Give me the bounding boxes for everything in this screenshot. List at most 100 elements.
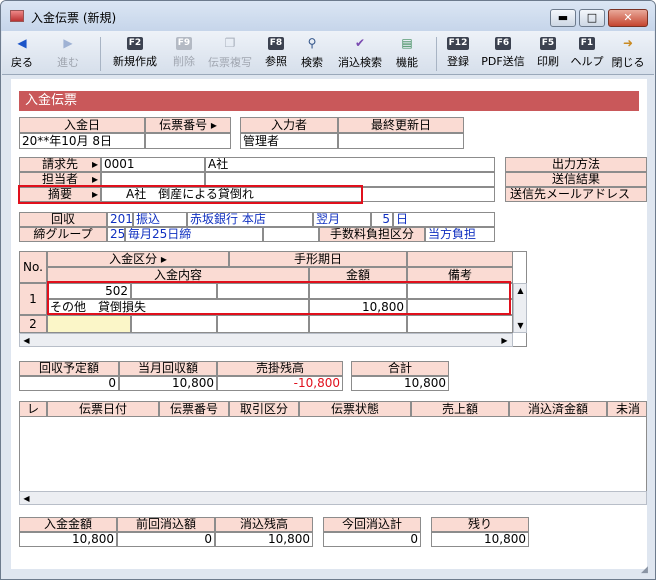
reference-label: 参照 [265, 55, 287, 68]
window-title: 入金伝票 (新規) [31, 11, 117, 25]
slip-number-label-text: 伝票番号 [159, 118, 208, 132]
detail-no-header: No. [19, 251, 47, 283]
closing-group-value: 毎月25日締 [125, 227, 263, 242]
copy-slip-button[interactable]: ❐ 伝票複写 [204, 35, 256, 73]
match-balance-value: 10,800 [215, 532, 313, 547]
closing-group-blank [263, 227, 319, 242]
prev-matched-label: 前回消込額 [117, 517, 215, 532]
f1-key: F1 [578, 37, 596, 50]
list-header-date: 伝票日付 [47, 401, 159, 417]
match-search-button[interactable]: ✔ 消込検索 [332, 35, 388, 73]
scroll-left-icon[interactable]: ◀ [20, 334, 33, 347]
toolbar-separator [100, 37, 101, 71]
register-label: 登録 [447, 55, 469, 68]
function-button[interactable]: ▤ 機能 [391, 35, 423, 73]
list-header-unmatched: 未消 [607, 401, 647, 417]
closing-group-label: 締グループ [19, 227, 107, 242]
bill-date-header: 手形期日 [229, 251, 407, 267]
match-balance-label: 消込残高 [215, 517, 313, 532]
print-button[interactable]: F5 印刷 [532, 35, 564, 73]
collection-label: 回収 [19, 212, 107, 227]
collection-code[interactable]: 201 [107, 212, 133, 227]
date-field[interactable]: 20**年10月 8日 [19, 133, 145, 149]
billing-code[interactable]: 0001 [101, 157, 205, 172]
forward-arrow-icon: ▶ [63, 36, 73, 50]
copy-label: 伝票複写 [208, 56, 252, 69]
help-label: ヘルプ [570, 55, 604, 68]
close-window-button[interactable]: ✕ [608, 9, 648, 27]
remaining-label: 残り [431, 517, 529, 532]
close-label: 閉じる [611, 56, 645, 69]
deposit-type-header[interactable]: 入金区分 ▸ [47, 251, 229, 267]
app-icon [10, 10, 24, 22]
billing-label[interactable]: 請求先 ▸ [19, 157, 101, 172]
copy-icon: ❐ [224, 36, 236, 50]
list-horizontal-scrollbar[interactable]: ◀ [19, 491, 647, 505]
section-title: 入金伝票 [19, 91, 639, 111]
search-icon: ⚲ [307, 36, 317, 50]
row-number: 2 [19, 315, 47, 333]
resize-grip-icon[interactable]: ◢ [641, 565, 653, 577]
back-button[interactable]: ◀ 戻る [6, 35, 38, 73]
function-icon: ▤ [401, 36, 413, 50]
reference-button[interactable]: F8 参照 [260, 35, 292, 73]
entry-user-label: 入力者 [240, 117, 338, 133]
row-code[interactable] [47, 315, 131, 333]
collection-day-number: 5 [371, 212, 393, 227]
collection-bank: 赤坂銀行 本店 [187, 212, 313, 227]
updated-label: 最終更新日 [338, 117, 464, 133]
row-cell [131, 315, 217, 333]
scroll-left-icon[interactable]: ◀ [20, 492, 33, 505]
detail-horizontal-scrollbar[interactable]: ◀ ▶ [19, 333, 513, 347]
month-collection-value: 10,800 [119, 376, 217, 391]
send-email-label: 送信先メールアドレス [505, 187, 647, 202]
remaining-value: 10,800 [431, 532, 529, 547]
print-label: 印刷 [537, 55, 559, 68]
current-matched-label: 今回消込計 [323, 517, 421, 532]
list-header-sales: 売上額 [411, 401, 509, 417]
planned-collection-value: 0 [19, 376, 119, 391]
billing-name: A社 [205, 157, 495, 172]
list-header-matched: 消込済金額 [509, 401, 607, 417]
ar-balance-label: 売掛残高 [217, 361, 343, 376]
help-button[interactable]: F1 ヘルプ [569, 35, 605, 73]
delete-button[interactable]: F9 削除 [166, 35, 202, 73]
deposit-amount-value: 10,800 [19, 532, 117, 547]
slip-number-field[interactable] [145, 133, 231, 149]
slip-number-label[interactable]: 伝票番号 ▸ [145, 117, 231, 133]
list-header-check: レ [19, 401, 47, 417]
register-button[interactable]: F12 登録 [442, 35, 474, 73]
closing-group-code[interactable]: 25 [107, 227, 125, 242]
ar-balance-value: -10,800 [217, 376, 343, 391]
planned-collection-label: 回収予定額 [19, 361, 119, 376]
arrow-right-icon: ▸ [91, 157, 98, 171]
minimize-button[interactable]: ▬ [550, 9, 576, 27]
detail-row-highlight [47, 281, 511, 315]
back-label: 戻る [11, 56, 33, 69]
close-button[interactable]: ➜ 閉じる [609, 35, 647, 73]
summary-highlight [18, 185, 363, 204]
scroll-up-icon[interactable]: ▲ [514, 284, 527, 297]
output-method-label: 出力方法 [505, 157, 647, 172]
new-button[interactable]: F2 新規作成 [108, 35, 162, 73]
row-cell [407, 315, 513, 333]
window: 入金伝票 (新規) ▬ □ ✕ ◀ 戻る ▶ 進む F2 新規作成 F9 削除 … [0, 0, 656, 580]
detail-vertical-scrollbar[interactable]: ▲ ▼ [513, 283, 527, 333]
title-bar: 入金伝票 (新規) ▬ □ ✕ [1, 1, 655, 31]
form-area: 入金伝票 入金日 伝票番号 ▸ 20**年10月 8日 入力者 最終更新日 管理… [11, 79, 647, 569]
maximize-button[interactable]: □ [579, 9, 605, 27]
scroll-right-icon[interactable]: ▶ [498, 334, 511, 347]
search-button[interactable]: ⚲ 検索 [296, 35, 328, 73]
list-header-slip: 伝票番号 [159, 401, 229, 417]
scroll-down-icon[interactable]: ▼ [514, 319, 527, 332]
fee-value[interactable]: 当方負担 [425, 227, 495, 242]
f8-key: F8 [267, 37, 285, 50]
collection-month: 翌月 [313, 212, 371, 227]
date-label: 入金日 [19, 117, 145, 133]
toolbar: ◀ 戻る ▶ 進む F2 新規作成 F9 削除 ❐ 伝票複写 F8 参照 ⚲ 検… [2, 31, 654, 75]
forward-button[interactable]: ▶ 進む [48, 35, 88, 73]
send-result-label: 送信結果 [505, 172, 647, 187]
arrow-right-icon: ▸ [160, 252, 167, 266]
pdf-send-button[interactable]: F6 PDF送信 [479, 35, 527, 73]
arrow-right-icon: ▸ [210, 118, 217, 132]
